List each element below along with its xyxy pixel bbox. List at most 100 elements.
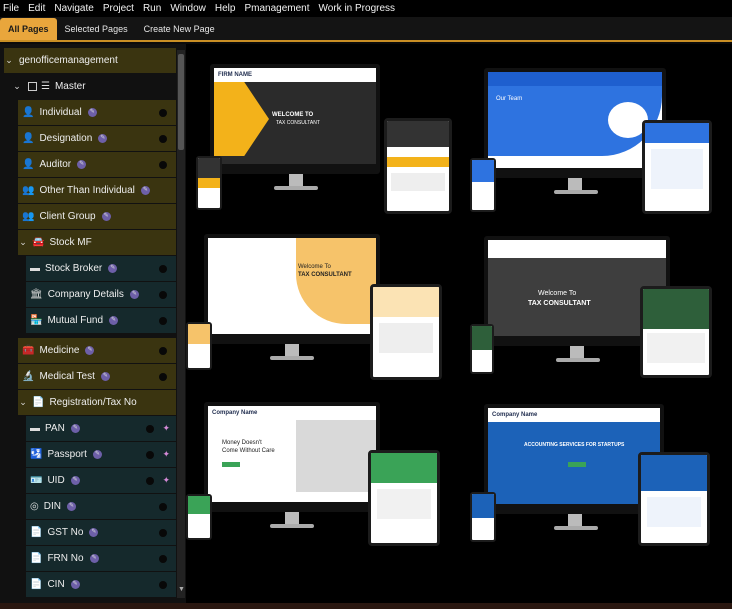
users-icon: 👥 bbox=[22, 185, 35, 196]
sidebar-scroll-thumb[interactable] bbox=[178, 54, 184, 150]
phone-mockup bbox=[470, 158, 496, 212]
menu-run[interactable]: Run bbox=[140, 3, 167, 14]
tree-item-registration-tax-no[interactable]: ⌄ 📄 Registration/Tax No bbox=[18, 390, 176, 415]
menu-work-in-progress[interactable]: Work in Progress bbox=[316, 3, 402, 14]
tree-item-pan[interactable]: ▬ PAN ✎ ✦ bbox=[26, 416, 176, 441]
tablet-mockup bbox=[642, 120, 712, 214]
status-dot[interactable] bbox=[159, 346, 167, 355]
wand-icon[interactable]: ✦ bbox=[162, 475, 170, 486]
status-dot[interactable] bbox=[159, 502, 167, 511]
edit-badge-icon[interactable]: ✎ bbox=[89, 528, 99, 537]
passport-icon: 🛂 bbox=[30, 449, 43, 460]
page-thumbnail-2[interactable]: Our Team bbox=[470, 68, 728, 238]
edit-badge-icon[interactable]: ✎ bbox=[77, 160, 87, 169]
edit-badge-icon[interactable]: ✎ bbox=[98, 134, 108, 143]
status-dot[interactable] bbox=[159, 528, 167, 537]
edit-badge-icon[interactable]: ✎ bbox=[87, 108, 97, 117]
status-dot[interactable] bbox=[159, 264, 167, 273]
menu-pmanagement[interactable]: Pmanagement bbox=[241, 3, 315, 14]
edit-badge-icon[interactable]: ✎ bbox=[129, 290, 139, 299]
status-dot[interactable] bbox=[159, 316, 167, 325]
status-dot[interactable] bbox=[159, 290, 167, 299]
edit-badge-icon[interactable]: ✎ bbox=[100, 372, 110, 381]
file-icon: 📄 bbox=[30, 527, 43, 538]
thumb-hero-subtext: TAX CONSULTANT bbox=[276, 120, 320, 126]
page-thumbnail-1[interactable]: FIRM NAME WELCOME TO TAX CONSULTANT bbox=[196, 64, 458, 234]
chevron-down-icon[interactable]: ⌄ bbox=[12, 81, 22, 92]
status-dot[interactable] bbox=[159, 554, 167, 563]
edit-badge-icon[interactable]: ✎ bbox=[108, 264, 118, 273]
tree-item-stock-mf[interactable]: ⌄ 🚘 Stock MF bbox=[18, 230, 176, 255]
tree-item-gst-no[interactable]: 📄 GST No ✎ bbox=[26, 520, 176, 545]
tab-all-pages[interactable]: All Pages bbox=[0, 18, 57, 40]
page-thumbnail-5[interactable]: Company Name Money Doesn't Come Without … bbox=[186, 402, 448, 552]
tree-item-uid[interactable]: 🪪 UID ✎ ✦ bbox=[26, 468, 176, 493]
desktop-mockup: Company Name ACCOUNTING SERVICES FOR STA… bbox=[484, 404, 664, 514]
status-dot[interactable] bbox=[146, 476, 154, 485]
tree-item-passport[interactable]: 🛂 Passport ✎ ✦ bbox=[26, 442, 176, 467]
status-dot[interactable] bbox=[159, 580, 167, 589]
edit-badge-icon[interactable]: ✎ bbox=[92, 450, 102, 459]
menu-help[interactable]: Help bbox=[212, 3, 242, 14]
tree-item-frn-no[interactable]: 📄 FRN No ✎ bbox=[26, 546, 176, 571]
desktop-mockup: Company Name Money Doesn't Come Without … bbox=[204, 402, 380, 512]
tab-create-new-page[interactable]: Create New Page bbox=[136, 18, 223, 40]
menu-edit[interactable]: Edit bbox=[25, 3, 51, 14]
status-dot[interactable] bbox=[159, 160, 167, 169]
tree-root[interactable]: ⌄ genofficemanagement bbox=[4, 48, 176, 73]
tree-item-client-group[interactable]: 👥 Client Group ✎ bbox=[18, 204, 176, 229]
tree-item-individual[interactable]: 👤 Individual ✎ bbox=[18, 100, 176, 125]
edit-badge-icon[interactable]: ✎ bbox=[70, 424, 80, 433]
edit-badge-icon[interactable]: ✎ bbox=[85, 346, 95, 355]
tree-item-label: Mutual Fund bbox=[47, 315, 104, 326]
status-dot[interactable] bbox=[159, 372, 167, 381]
desktop-mockup: Welcome To TAX CONSULTANT bbox=[204, 234, 380, 344]
tree-item-medical-test[interactable]: 🔬 Medical Test ✎ bbox=[18, 364, 176, 389]
wand-icon[interactable]: ✦ bbox=[162, 449, 170, 460]
tree-item-other-than-individual[interactable]: 👥 Other Than Individual ✎ bbox=[18, 178, 176, 203]
page-thumbnail-3[interactable]: Welcome To TAX CONSULTANT bbox=[186, 234, 448, 384]
edit-badge-icon[interactable]: ✎ bbox=[66, 502, 76, 511]
tree-item-medicine[interactable]: 🧰 Medicine ✎ bbox=[18, 338, 176, 363]
status-dot[interactable] bbox=[146, 450, 154, 459]
phone-mockup bbox=[470, 492, 496, 542]
menu-window[interactable]: Window bbox=[167, 3, 212, 14]
thumb-hero-subtext: TAX CONSULTANT bbox=[298, 272, 352, 278]
status-dot[interactable] bbox=[159, 108, 167, 117]
tree-item-auditor[interactable]: 👤 Auditor ✎ bbox=[18, 152, 176, 177]
menu-navigate[interactable]: Navigate bbox=[51, 3, 99, 14]
edit-badge-icon[interactable]: ✎ bbox=[140, 186, 150, 195]
tree-item-din[interactable]: ◎ DIN ✎ bbox=[26, 494, 176, 519]
tab-selected-pages[interactable]: Selected Pages bbox=[57, 18, 136, 40]
scroll-down-arrow-icon[interactable]: ▼ bbox=[178, 586, 185, 593]
thumb-hero-text: Welcome To bbox=[298, 264, 331, 270]
chevron-down-icon[interactable]: ⌄ bbox=[18, 237, 28, 248]
thumb-hero-text: ACCOUNTING SERVICES FOR STARTUPS bbox=[524, 442, 625, 448]
status-dot[interactable] bbox=[159, 134, 167, 143]
edit-badge-icon[interactable]: ✎ bbox=[101, 212, 111, 221]
master-checkbox[interactable] bbox=[28, 82, 37, 91]
wand-icon[interactable]: ✦ bbox=[162, 423, 170, 434]
thumb-hero-text: Welcome To bbox=[538, 290, 577, 297]
page-thumbnail-6[interactable]: Company Name ACCOUNTING SERVICES FOR STA… bbox=[470, 404, 728, 554]
tree-item-company-details[interactable]: 🏛 Company Details ✎ bbox=[26, 282, 176, 307]
file-icon: 📄 bbox=[30, 553, 43, 564]
status-dot[interactable] bbox=[146, 424, 154, 433]
user-icon: 👤 bbox=[22, 159, 35, 170]
edit-badge-icon[interactable]: ✎ bbox=[89, 554, 99, 563]
menu-file[interactable]: File bbox=[0, 3, 25, 14]
chevron-down-icon[interactable]: ⌄ bbox=[4, 55, 14, 66]
thumb-logo: Company Name bbox=[212, 410, 258, 416]
page-thumbnail-4[interactable]: Welcome To TAX CONSULTANT bbox=[470, 236, 728, 386]
tree-master[interactable]: ⌄ ☰ Master bbox=[12, 74, 176, 99]
tree-item-designation[interactable]: 👤 Designation ✎ bbox=[18, 126, 176, 151]
edit-badge-icon[interactable]: ✎ bbox=[70, 476, 80, 485]
tree-item-cin[interactable]: 📄 CIN ✎ bbox=[26, 572, 176, 597]
edit-badge-icon[interactable]: ✎ bbox=[109, 316, 119, 325]
edit-badge-icon[interactable]: ✎ bbox=[70, 580, 80, 589]
thumb-hero-text: Money Doesn't bbox=[222, 440, 262, 446]
tree-item-mutual-fund[interactable]: 🏪 Mutual Fund ✎ bbox=[26, 308, 176, 333]
menu-project[interactable]: Project bbox=[100, 3, 140, 14]
chevron-down-icon[interactable]: ⌄ bbox=[18, 397, 28, 408]
tree-item-stock-broker[interactable]: ▬ Stock Broker ✎ bbox=[26, 256, 176, 281]
